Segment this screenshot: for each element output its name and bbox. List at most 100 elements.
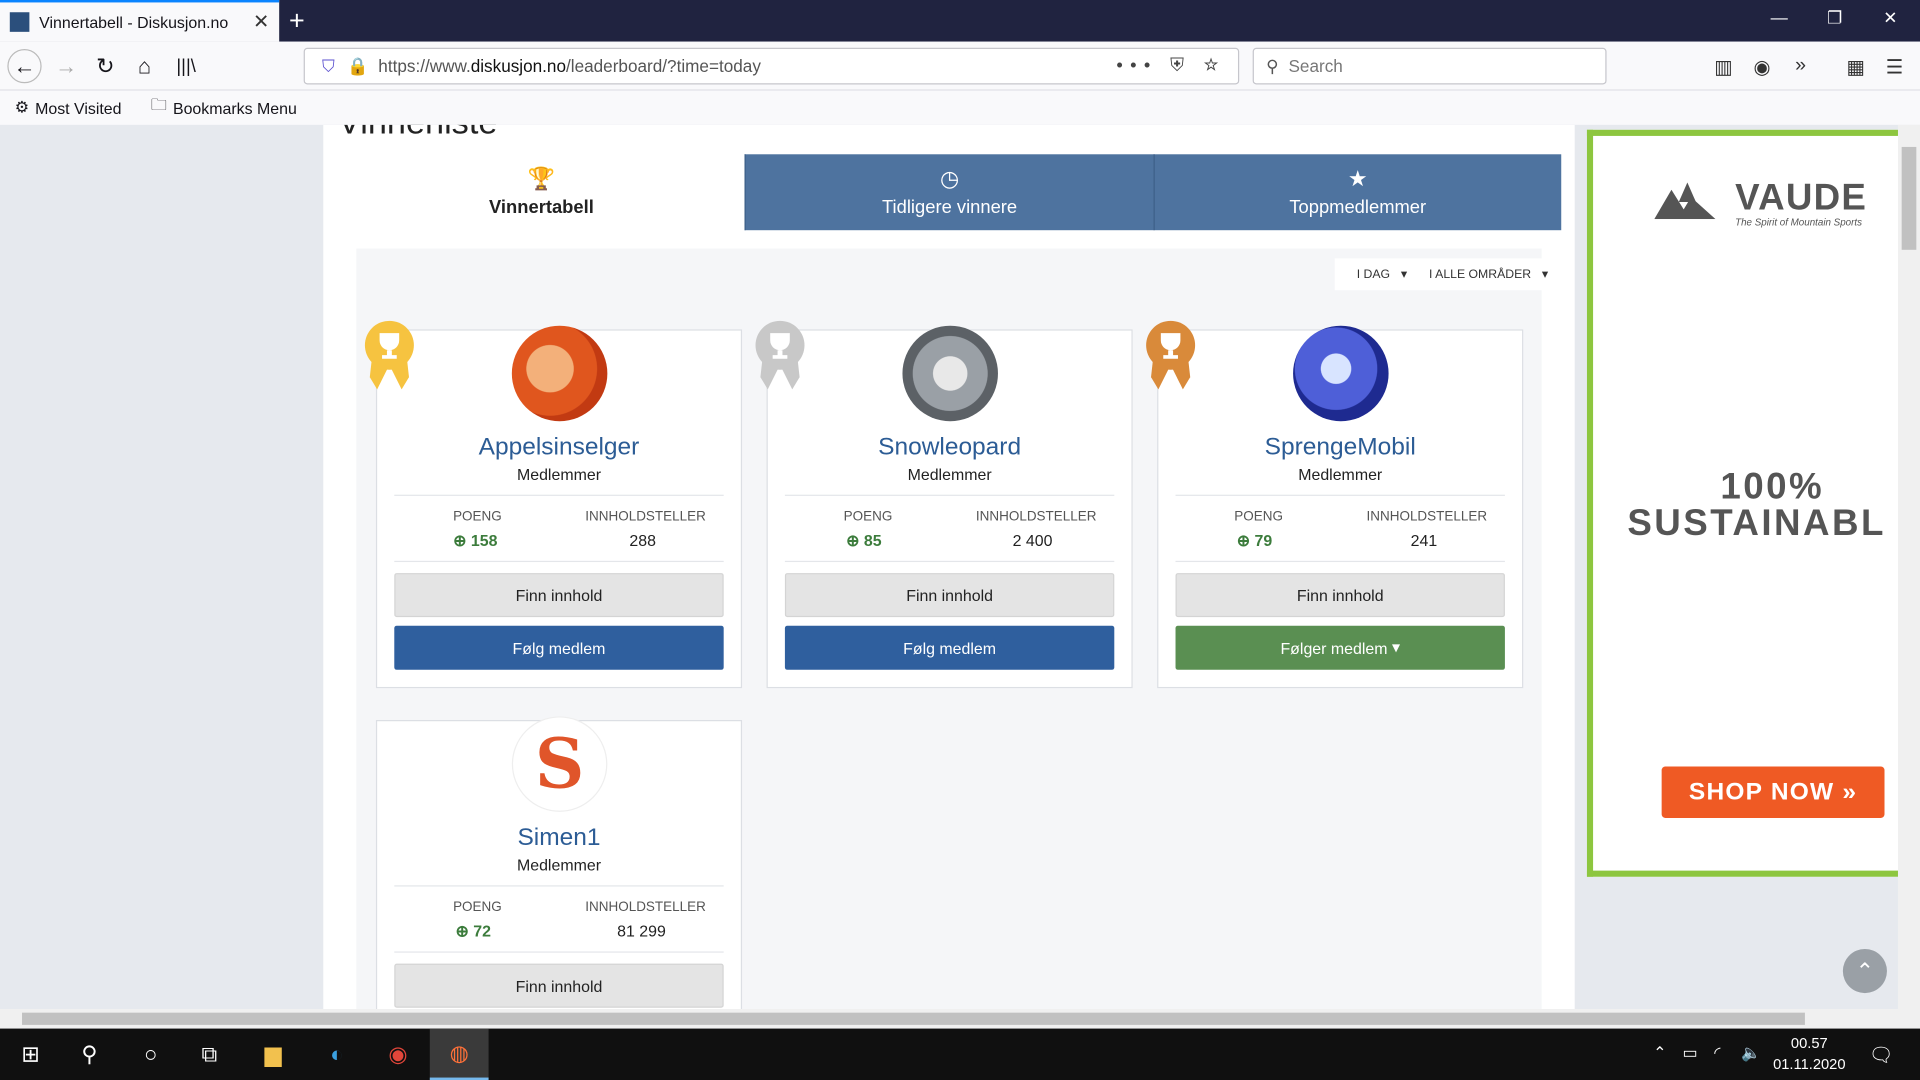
- taskbar-clock[interactable]: 00.57 01.11.2020: [1773, 1033, 1845, 1075]
- avatar[interactable]: S: [511, 716, 608, 812]
- volume-icon[interactable]: 🔈: [1741, 1043, 1761, 1063]
- find-content-button[interactable]: Finn innhold: [394, 573, 724, 618]
- member-role: Medlemmer: [516, 855, 601, 875]
- restore-icon[interactable]: ❐: [1827, 7, 1842, 28]
- points-value: ⊕ 85: [846, 531, 882, 551]
- windows-start-icon[interactable]: ⊞: [15, 1038, 47, 1070]
- divider: [394, 560, 724, 563]
- tab-toppmedlemmer[interactable]: ★ Toppmedlemmer: [1153, 154, 1562, 231]
- content-count-value: 288: [629, 531, 656, 550]
- wifi-icon[interactable]: ◜: [1714, 1043, 1720, 1063]
- member-card: Snowleopard Medlemmer POENG INNHOLDSTELL…: [766, 325, 1133, 689]
- advertisement-banner[interactable]: VAUDE The Spirit of Mountain Sports 100%…: [1586, 129, 1901, 877]
- content-count-value: 81 299: [617, 922, 666, 941]
- search-icon[interactable]: ⚲: [73, 1038, 105, 1070]
- find-content-button[interactable]: Finn innhold: [784, 573, 1115, 618]
- content-count-value: 2 400: [1012, 531, 1053, 550]
- minimize-icon[interactable]: —: [1771, 7, 1788, 27]
- home-icon[interactable]: ⌂: [127, 49, 161, 83]
- account-icon[interactable]: ◉: [1753, 55, 1770, 79]
- plus-circle-icon: ⊕: [846, 531, 860, 550]
- browser-tabbar: Vinnertabell - Diskusjon.no ✕ + — ❐ ✕: [0, 0, 1920, 42]
- follow-member-button[interactable]: Følg medlem: [394, 625, 724, 670]
- find-content-button[interactable]: Finn innhold: [394, 963, 724, 1008]
- page-title: Vinnerliste: [338, 125, 497, 142]
- find-content-button[interactable]: Finn innhold: [1175, 573, 1505, 618]
- page-actions-icons[interactable]: ••• ⛨ ☆: [1116, 55, 1225, 76]
- scrollbar-thumb[interactable]: [1901, 146, 1917, 250]
- gear-icon: ⚙: [14, 97, 29, 117]
- follow-member-button[interactable]: Følg medlem: [784, 625, 1115, 670]
- bookmark-label: Most Visited: [35, 98, 122, 117]
- following-member-button[interactable]: Følger medlem ▾: [1175, 625, 1505, 670]
- member-name[interactable]: Snowleopard: [768, 433, 1132, 461]
- avatar[interactable]: [1293, 325, 1389, 422]
- new-tab-button[interactable]: +: [289, 5, 305, 37]
- page-viewport: Vinnerliste 🏆 Vinnertabell ◷ Tidligere v…: [0, 124, 1920, 1009]
- avatar[interactable]: [902, 325, 998, 422]
- points-value: ⊕ 158: [453, 531, 497, 551]
- sidebar-icon[interactable]: ▥: [1714, 55, 1733, 79]
- points-number: 158: [470, 531, 498, 550]
- tab-vinnertabell[interactable]: 🏆 Vinnertabell: [337, 154, 745, 231]
- leaderboard-tabs: 🏆 Vinnertabell ◷ Tidligere vinnere ★ Top…: [337, 154, 1562, 231]
- bookmarks-bar: ⚙ Most Visited 🗀 Bookmarks Menu: [0, 90, 1920, 125]
- firefox-icon[interactable]: ◍: [429, 1028, 489, 1080]
- area-filter-dropdown[interactable]: I ALLE OMRÅDER ▾: [1422, 268, 1548, 281]
- url-bar[interactable]: ⛉ 🔒 https://www. diskusjon.no/leaderboard…: [303, 47, 1240, 85]
- member-card: S Simen1 Medlemmer POENG INNHOLDSTELLER …: [375, 716, 743, 1009]
- task-view-icon[interactable]: ⧉: [193, 1038, 225, 1070]
- content-count-label: INNHOLDSTELLER: [975, 509, 1097, 525]
- library-icon[interactable]: |||\: [169, 49, 203, 83]
- tab-tidligere-vinnere[interactable]: ◷ Tidligere vinnere: [744, 154, 1154, 231]
- back-button[interactable]: ←: [7, 48, 42, 84]
- url-path: /leaderboard/?time=today: [566, 56, 761, 76]
- tracking-shield-icon[interactable]: ⛉: [322, 56, 335, 77]
- cortana-icon[interactable]: ○: [135, 1038, 167, 1070]
- plus-circle-icon: ⊕: [453, 531, 467, 550]
- tab-title: Vinnertabell - Diskusjon.no: [39, 12, 229, 32]
- search-placeholder: Search: [1288, 56, 1343, 76]
- file-explorer-icon[interactable]: ▆: [257, 1038, 289, 1070]
- menu-icon[interactable]: ☰: [1886, 55, 1904, 79]
- tray-chevron-icon[interactable]: ⌃: [1653, 1043, 1666, 1063]
- divider: [784, 560, 1115, 563]
- chrome-icon[interactable]: ◉: [382, 1038, 414, 1070]
- extensions-icon[interactable]: ▦: [1847, 55, 1866, 79]
- scrollbar-thumb[interactable]: [22, 1012, 1805, 1025]
- browser-tab[interactable]: Vinnertabell - Diskusjon.no ✕: [0, 0, 280, 42]
- trophy-icon: 🏆: [527, 166, 556, 192]
- overflow-icon[interactable]: »: [1795, 55, 1806, 77]
- time-filter-dropdown[interactable]: I DAG ▾: [1349, 268, 1407, 281]
- bookmark-label: Bookmarks Menu: [172, 98, 297, 117]
- scroll-to-top-button[interactable]: ⌃: [1842, 948, 1887, 994]
- forward-button[interactable]: →: [49, 49, 83, 83]
- divider: [784, 494, 1115, 496]
- vertical-scrollbar[interactable]: [1897, 124, 1920, 1009]
- search-input[interactable]: ⚲ Search: [1252, 47, 1607, 85]
- close-tab-icon[interactable]: ✕: [253, 10, 269, 34]
- avatar[interactable]: [511, 325, 608, 422]
- member-name[interactable]: SprengeMobil: [1158, 433, 1522, 461]
- reload-icon[interactable]: ↻: [88, 49, 122, 83]
- points-label: POENG: [453, 509, 502, 525]
- member-name[interactable]: Appelsinselger: [377, 433, 741, 461]
- battery-icon[interactable]: ▭: [1682, 1043, 1697, 1063]
- ad-headline: 100%: [1720, 466, 1825, 507]
- edge-icon[interactable]: ◐: [321, 1038, 353, 1070]
- clock-time: 00.57: [1790, 1034, 1828, 1052]
- points-value: ⊕ 79: [1237, 531, 1273, 551]
- divider: [394, 494, 724, 496]
- close-window-icon[interactable]: ✕: [1883, 7, 1897, 28]
- notifications-icon[interactable]: 🗨: [1869, 1043, 1894, 1067]
- member-name[interactable]: Simen1: [377, 824, 741, 852]
- ad-shop-now-button[interactable]: SHOP NOW »: [1661, 766, 1885, 818]
- horizontal-scrollbar[interactable]: [0, 1008, 1920, 1029]
- lock-icon[interactable]: 🔒: [347, 56, 368, 77]
- divider: [394, 885, 724, 887]
- bookmark-most-visited[interactable]: ⚙ Most Visited: [15, 98, 122, 118]
- content-count-label: INNHOLDSTELLER: [585, 900, 706, 915]
- url-prefix: https://www.: [378, 56, 471, 76]
- bookmark-menu[interactable]: 🗀 Bookmarks Menu: [151, 94, 297, 121]
- url-host: diskusjon.no: [470, 56, 567, 76]
